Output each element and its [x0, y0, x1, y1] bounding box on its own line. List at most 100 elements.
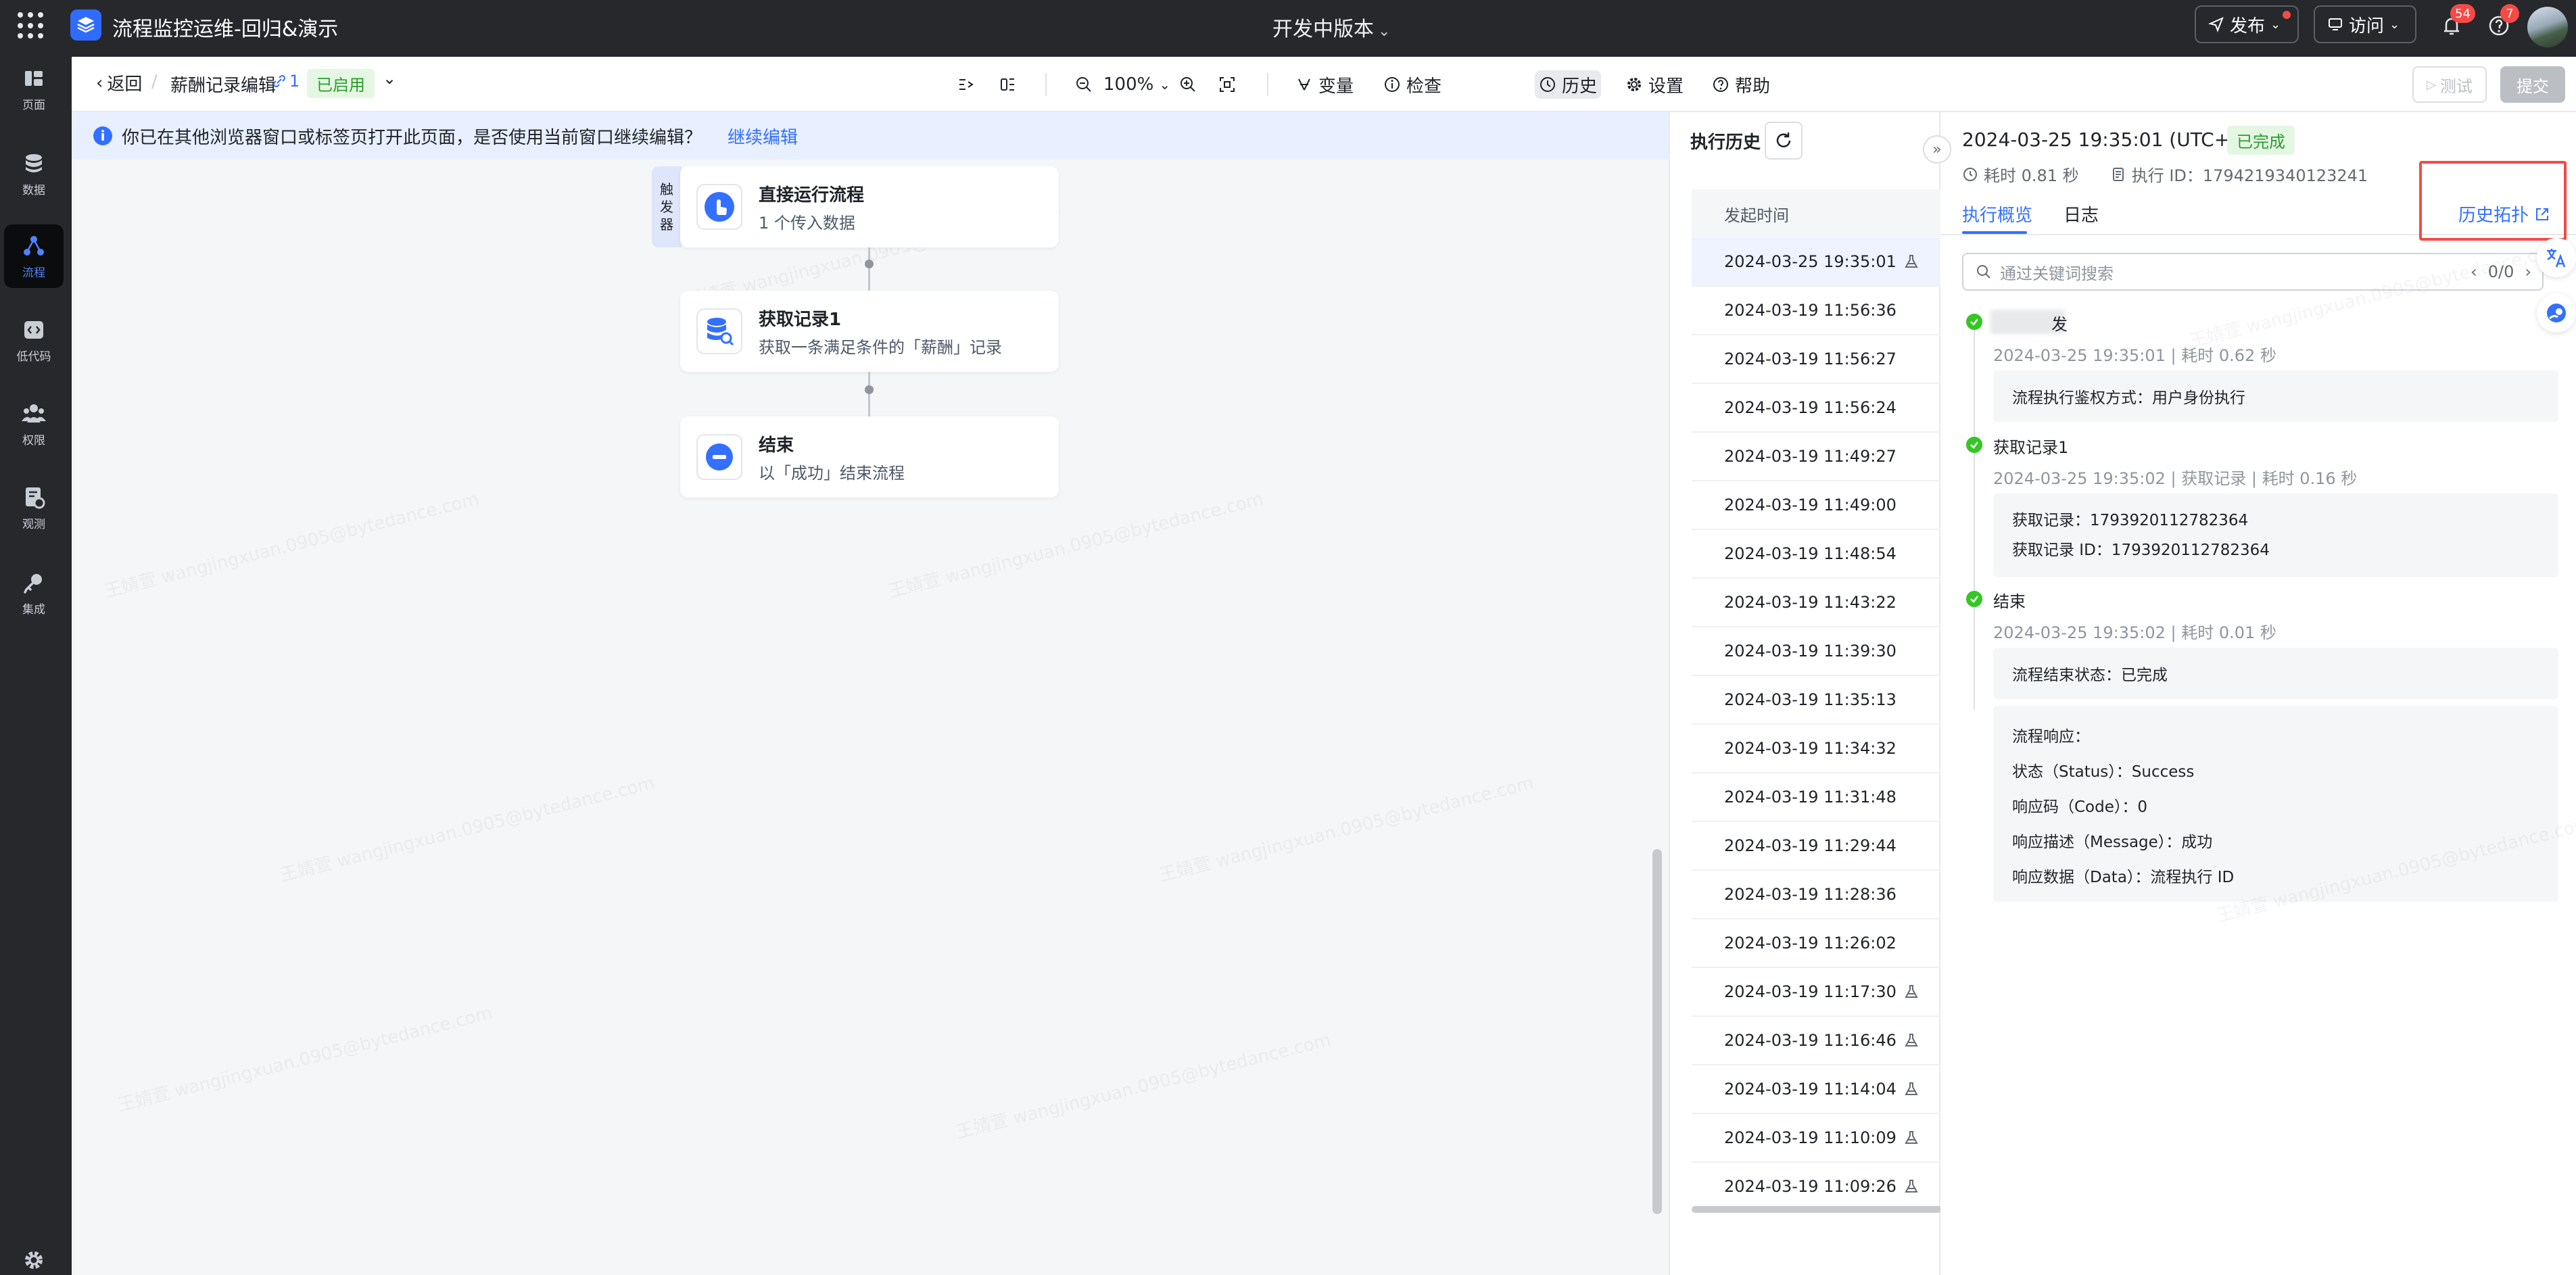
history-row[interactable]: 2024-03-19 11:49:27: [1692, 433, 1949, 481]
history-row[interactable]: 2024-03-19 11:35:13: [1692, 676, 1949, 725]
step-sub: 2024-03-25 19:35:02 | 耗时 0.01 秒: [1993, 623, 2276, 642]
trigger-char: 器: [660, 216, 673, 233]
history-row-time: 2024-03-19 11:48:54: [1724, 544, 1897, 563]
history-row-time: 2024-03-19 11:26:02: [1724, 934, 1897, 953]
node-end[interactable]: 结束 以「成功」结束流程: [680, 416, 1059, 498]
history-row[interactable]: 2024-03-19 11:56:27: [1692, 335, 1949, 384]
chevron-down-icon[interactable]: ⌄: [383, 69, 396, 88]
history-row[interactable]: 2024-03-19 11:56:36: [1692, 287, 1949, 335]
history-row[interactable]: 2024-03-19 11:09:26: [1692, 1163, 1949, 1211]
tab-overview[interactable]: 执行概览: [1962, 201, 2032, 226]
step-detail-box: 流程结束状态：已完成: [1993, 648, 2558, 699]
rail-item-lowcode[interactable]: 低代码: [4, 308, 64, 372]
rail-item-flow[interactable]: 流程: [4, 224, 64, 288]
translate-button[interactable]: [2537, 238, 2576, 277]
layout-horizontal-button[interactable]: [953, 70, 979, 99]
trigger-tag: 触 发 器: [652, 166, 682, 247]
history-hscrollbar[interactable]: [1692, 1206, 1942, 1213]
send-icon: [2208, 17, 2224, 32]
chevron-left-icon: ‹: [96, 72, 103, 93]
history-row[interactable]: 2024-03-19 11:48:54: [1692, 530, 1949, 579]
zoom-select[interactable]: 100% ⌄: [1099, 70, 1174, 99]
chevron-down-icon: ⌄: [2270, 17, 2281, 32]
history-row-time: 2024-03-19 11:56:36: [1724, 301, 1897, 320]
history-row-time: 2024-03-25 19:35:01: [1724, 252, 1897, 271]
history-row[interactable]: 2024-03-19 11:29:44: [1692, 822, 1949, 871]
canvas-scrollbar[interactable]: [1652, 849, 1662, 1214]
execution-title: 2024-03-25 19:35:01 (UTC+8): [1962, 128, 2249, 151]
flow-name: 薪酬记录编辑: [170, 76, 277, 96]
history-row[interactable]: 2024-03-19 11:49:00: [1692, 481, 1949, 530]
test-label: 测试: [2439, 76, 2473, 96]
rail-settings[interactable]: [4, 1240, 64, 1275]
notification-bell[interactable]: 54: [2438, 4, 2475, 41]
rail-item-integration[interactable]: 集成: [4, 561, 64, 625]
check-button[interactable]: 检查: [1379, 70, 1446, 99]
version-switcher[interactable]: 开发中版本 ⌄: [1272, 12, 1390, 42]
zoom-out-button[interactable]: [1071, 70, 1097, 99]
connector-dot[interactable]: [865, 260, 874, 268]
refresh-button[interactable]: [1765, 122, 1803, 160]
monitor-icon: [26, 487, 45, 508]
step-title: 获取记录1: [1993, 438, 2069, 457]
tab-log[interactable]: 日志: [2064, 201, 2099, 226]
rail-item-permission[interactable]: 权限: [4, 392, 64, 456]
flow-canvas[interactable]: i 你已在其他浏览器窗口或标签页打开此页面，是否使用当前窗口继续编辑？ 继续编辑…: [72, 112, 1669, 1275]
app-grid-icon[interactable]: [18, 12, 45, 39]
link-icon: [272, 74, 286, 88]
avatar[interactable]: [2527, 7, 2568, 47]
rail-item-observe[interactable]: 观测: [4, 476, 64, 539]
history-button[interactable]: 历史: [1535, 70, 1602, 99]
help-button[interactable]: 帮助: [1708, 70, 1774, 99]
history-row[interactable]: 2024-03-19 11:31:48: [1692, 773, 1949, 822]
version-link[interactable]: 1: [272, 72, 300, 91]
history-row[interactable]: 2024-03-19 11:43:22: [1692, 579, 1949, 627]
response-line: 状态（Status）：Success: [2012, 763, 2195, 781]
fit-screen-icon: [1220, 77, 1235, 92]
variables-button[interactable]: 变量: [1291, 70, 1358, 99]
back-button[interactable]: ‹ 返回: [96, 70, 142, 95]
rail-item-page[interactable]: 页面: [4, 57, 64, 120]
connector-line: [868, 372, 870, 416]
continue-edit-link[interactable]: 继续编辑: [728, 124, 798, 149]
plug-icon: [24, 573, 42, 594]
history-row[interactable]: 2024-03-19 11:16:46: [1692, 1017, 1949, 1065]
question-icon: [1713, 77, 1728, 92]
collapse-panel-button[interactable]: »: [1923, 135, 1951, 164]
settings-label: 设置: [1648, 76, 1684, 97]
history-row[interactable]: 2024-03-25 19:35:01: [1692, 238, 1949, 287]
search-input[interactable]: 通过关键词搜索: [2000, 260, 2114, 284]
submit-button[interactable]: 提交: [2500, 66, 2565, 103]
help-center[interactable]: 7: [2485, 4, 2519, 41]
publish-button[interactable]: 发布 ⌄: [2195, 5, 2299, 43]
response-line: 响应码（Code）：0: [2012, 798, 2148, 816]
history-row[interactable]: 2024-03-19 11:26:02: [1692, 919, 1949, 968]
help-count: 7: [2500, 4, 2519, 23]
node-get-record[interactable]: 获取记录1 获取一条满足条件的「薪酬」记录: [680, 291, 1059, 372]
history-row[interactable]: 2024-03-19 11:14:04: [1692, 1065, 1949, 1114]
history-row-time: 2024-03-19 11:17:30: [1724, 982, 1897, 1001]
zoom-in-button[interactable]: [1175, 70, 1201, 99]
version-number: 1: [289, 72, 300, 91]
history-row[interactable]: 2024-03-19 11:28:36: [1692, 871, 1949, 919]
history-row[interactable]: 2024-03-19 11:56:24: [1692, 384, 1949, 433]
execution-status-badge: 已完成: [2227, 126, 2295, 155]
test-flask-icon: [1905, 1180, 1918, 1193]
settings-button[interactable]: 设置: [1621, 70, 1688, 99]
history-row[interactable]: 2024-03-19 11:10:09: [1692, 1114, 1949, 1163]
history-row[interactable]: 2024-03-19 11:17:30: [1692, 968, 1949, 1017]
fit-view-button[interactable]: [1214, 70, 1240, 99]
history-row[interactable]: 2024-03-19 11:39:30: [1692, 627, 1949, 676]
node-trigger[interactable]: 直接运行流程 1 个传入数据: [680, 166, 1059, 247]
visit-button[interactable]: 访问 ⌄: [2314, 5, 2416, 43]
test-button[interactable]: ▷ 测试: [2412, 66, 2487, 103]
assistant-button[interactable]: [2537, 293, 2576, 333]
watermark: 王婧萱 wangjingxuan.0905@bytedance.com: [1157, 773, 1536, 886]
rail-item-label: 数据: [22, 183, 45, 197]
layout-vertical-button[interactable]: [995, 70, 1021, 99]
flow-icon: [24, 235, 44, 256]
connector-dot[interactable]: [865, 385, 874, 394]
rail-item-data[interactable]: 数据: [4, 142, 64, 206]
response-title: 流程响应：: [2012, 728, 2090, 746]
history-row[interactable]: 2024-03-19 11:34:32: [1692, 725, 1949, 773]
